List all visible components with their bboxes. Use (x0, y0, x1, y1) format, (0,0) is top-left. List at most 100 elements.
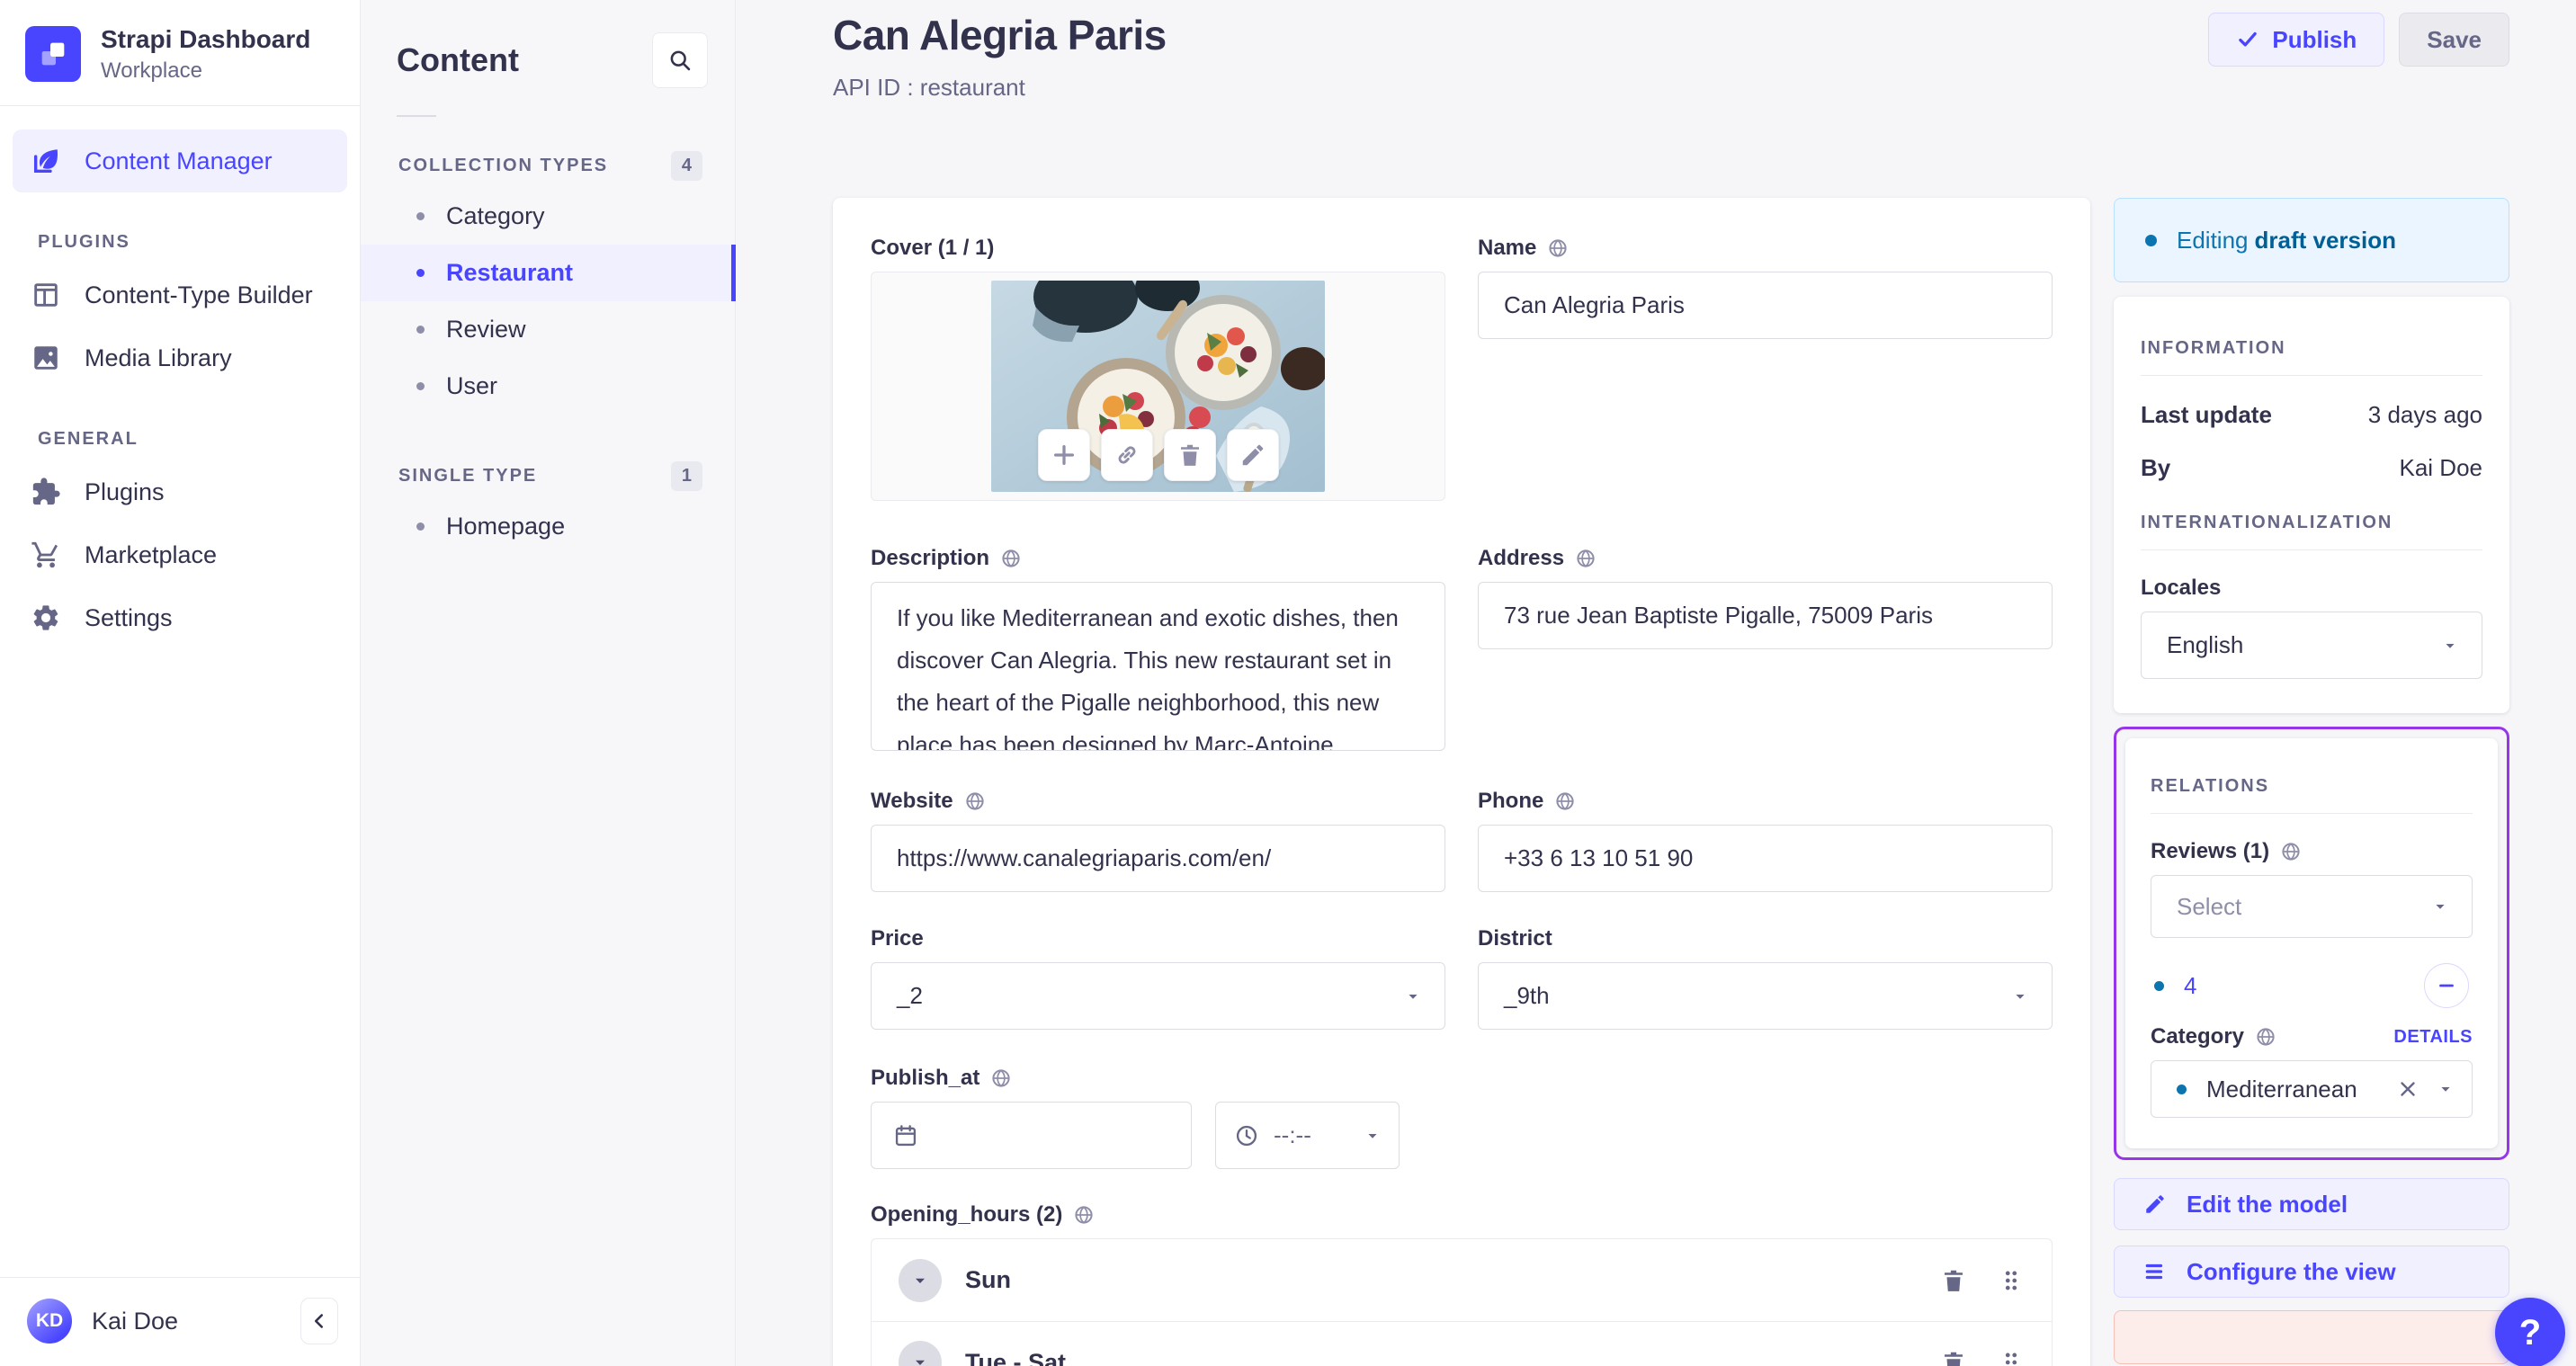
status-text-bold: draft version (2254, 226, 2397, 254)
category-select[interactable]: Mediterranean (2151, 1060, 2473, 1118)
brand: Strapi Dashboard Workplace (0, 0, 360, 105)
name-input[interactable] (1478, 272, 2053, 339)
category-value: Mediterranean (2206, 1075, 2357, 1103)
chevron-left-icon (308, 1309, 331, 1333)
globe-icon (1554, 790, 1576, 812)
reviews-select[interactable]: Select (2151, 875, 2473, 938)
add-media-button[interactable] (1037, 429, 1090, 481)
sidebar-item-marketplace[interactable]: Marketplace (13, 523, 347, 586)
review-relation-link[interactable]: 4 (2184, 972, 2196, 1000)
chevron-down-icon (909, 1270, 931, 1291)
api-id-subtitle: API ID : restaurant (833, 74, 1025, 101)
relation-status-dot (2177, 1084, 2187, 1094)
clock-icon (1234, 1123, 1259, 1148)
globe-icon (1000, 548, 1022, 569)
description-textarea[interactable]: If you like Mediterranean and exotic dis… (871, 582, 1445, 751)
content-subnav: Content COLLECTION TYPES 4 Category Rest… (361, 0, 736, 1366)
edit-model-button[interactable]: Edit the model (2114, 1178, 2509, 1230)
subnav-title: Content (397, 41, 519, 78)
phone-input[interactable] (1478, 825, 2053, 892)
avatar[interactable]: KD (27, 1299, 72, 1344)
remove-relation-button[interactable] (2424, 963, 2469, 1008)
sidebar-item-content-manager[interactable]: Content Manager (13, 129, 347, 192)
expand-toggle-button[interactable] (899, 1341, 942, 1366)
drag-handle-icon[interactable] (1998, 1349, 2025, 1366)
collapse-sidebar-button[interactable] (300, 1298, 338, 1344)
website-input[interactable] (871, 825, 1445, 892)
delete-media-button[interactable] (1163, 429, 1216, 481)
sidebar-item-media-library[interactable]: Media Library (13, 326, 347, 389)
sidebar-item-content-type-builder[interactable]: Content-Type Builder (13, 263, 347, 326)
chevron-down-icon (2430, 897, 2450, 916)
details-link[interactable]: DETAILS (2393, 1027, 2473, 1048)
i18n-header: INTERNATIONALIZATION (2141, 513, 2393, 532)
address-label: Address (1478, 546, 1565, 570)
publish-at-field: Publish_at --:-- (871, 1066, 1445, 1169)
search-icon (667, 48, 693, 73)
globe-icon (2255, 1026, 2276, 1048)
district-label: District (1478, 926, 1552, 951)
divider (2151, 813, 2473, 814)
relations-card: RELATIONS Reviews (1) Select 4 Category … (2125, 738, 2498, 1148)
search-button[interactable] (652, 32, 708, 88)
help-button[interactable]: ? (2495, 1298, 2565, 1366)
bullet-icon (416, 269, 425, 277)
trash-icon[interactable] (1940, 1349, 1967, 1366)
subnav-item-user[interactable]: User (361, 358, 735, 415)
locale-select[interactable]: English (2141, 612, 2482, 679)
chevron-down-icon (909, 1352, 931, 1366)
bullet-icon (416, 212, 425, 220)
relations-header: RELATIONS (2151, 776, 2270, 796)
configure-view-button[interactable]: Configure the view (2114, 1245, 2509, 1298)
sidebar-item-label: Content-Type Builder (85, 281, 313, 308)
chevron-down-icon (1403, 987, 1423, 1006)
bullet-icon (416, 522, 425, 531)
by-label: By (2141, 454, 2171, 481)
cover-media-box (871, 272, 1445, 501)
header-actions: Publish Save (2208, 11, 2509, 67)
sidebar-item-label: Plugins (85, 478, 165, 505)
sidebar-item-label: Marketplace (85, 540, 218, 568)
copy-link-button[interactable] (1100, 429, 1153, 481)
district-select[interactable]: _9th (1478, 962, 2053, 1030)
trash-icon[interactable] (1940, 1267, 1967, 1294)
globe-icon (990, 1067, 1012, 1089)
website-label: Website (871, 789, 953, 813)
price-select[interactable]: _2 (871, 962, 1445, 1030)
gear-icon (31, 603, 61, 633)
publish-at-date-input[interactable] (871, 1102, 1192, 1169)
chevron-down-icon (2440, 636, 2460, 656)
name-label: Name (1478, 236, 1537, 260)
sidebar-item-label: Settings (85, 603, 173, 631)
single-type-header: SINGLE TYPE (398, 466, 538, 486)
clear-icon[interactable] (2396, 1077, 2419, 1101)
workspace-label: Workplace (101, 58, 202, 83)
expand-toggle-button[interactable] (899, 1258, 942, 1302)
price-field: Price _2 (871, 926, 1445, 1030)
relation-status-dot (2154, 980, 2164, 991)
subnav-item-review[interactable]: Review (361, 301, 735, 358)
publish-button[interactable]: Publish (2208, 13, 2385, 67)
edit-media-button[interactable] (1226, 429, 1279, 481)
drag-handle-icon[interactable] (1998, 1267, 2025, 1294)
main-content: Can Alegria Paris API ID : restaurant Pu… (736, 0, 2576, 1366)
subnav-item-label: Homepage (446, 513, 566, 540)
save-button[interactable]: Save (2399, 13, 2509, 67)
chevron-down-icon (2010, 987, 2030, 1006)
delete-entry-button[interactable] (2114, 1310, 2509, 1364)
sidebar-item-label: Media Library (85, 344, 232, 371)
strapi-logo-icon (25, 25, 81, 82)
subnav-item-restaurant[interactable]: Restaurant (361, 245, 736, 301)
trash-icon (1176, 442, 1203, 469)
draft-status-banner: Editing draft version (2114, 198, 2509, 282)
subnav-item-category[interactable]: Category (361, 188, 735, 245)
description-label: Description (871, 546, 990, 570)
sidebar-item-plugins[interactable]: Plugins (13, 460, 347, 523)
publish-at-time-input[interactable]: --:-- (1215, 1102, 1400, 1169)
sidebar-item-settings[interactable]: Settings (13, 586, 347, 649)
locales-label: Locales (2141, 576, 2222, 600)
opening-hours-label: Opening_hours (2) (871, 1202, 1063, 1227)
subnav-item-homepage[interactable]: Homepage (361, 498, 735, 555)
address-input[interactable] (1478, 582, 2053, 649)
review-relation-item: 4 (2154, 963, 2469, 1008)
